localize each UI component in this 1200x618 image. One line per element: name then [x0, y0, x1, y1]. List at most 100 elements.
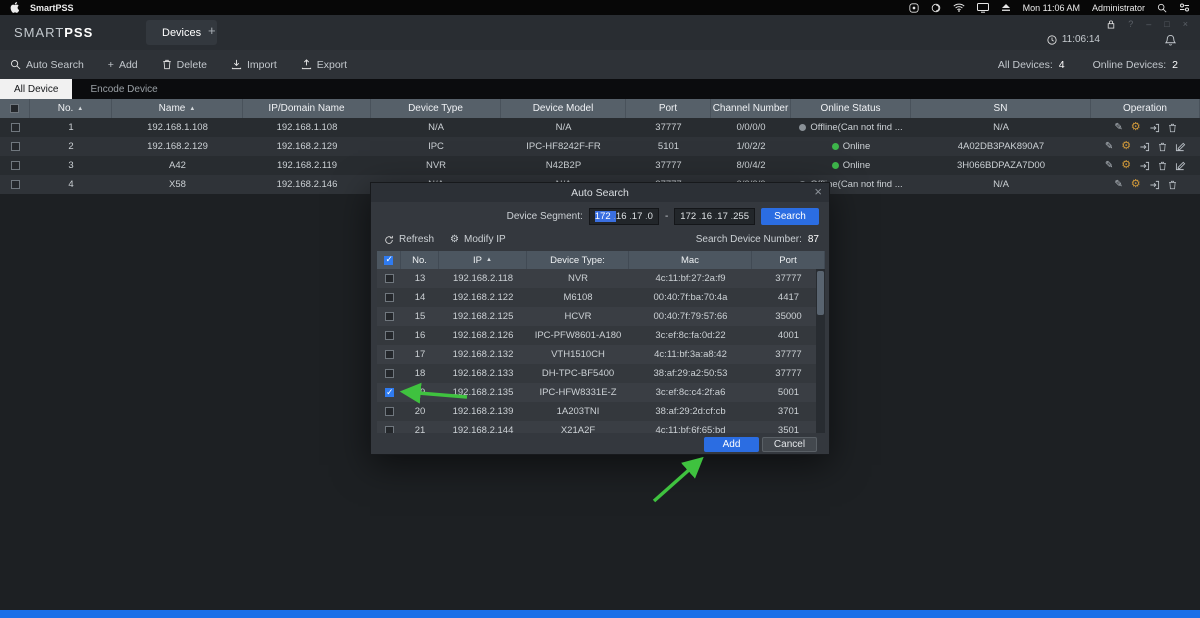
maximize-icon[interactable]: □ — [1164, 19, 1169, 29]
edit-channel-icon[interactable] — [1175, 161, 1186, 171]
col-header-device-type[interactable]: Device Type: — [527, 251, 629, 269]
dialog-close-icon[interactable]: × — [814, 184, 822, 199]
lock-icon[interactable] — [1107, 20, 1115, 29]
ip-range-start-input[interactable]: 17216170 — [589, 208, 659, 225]
alarm-bell-icon[interactable] — [1165, 34, 1176, 46]
new-tab-button[interactable]: + — [208, 23, 216, 38]
col-header-port[interactable]: Port — [626, 99, 711, 118]
search-result-table: No. IP▲ Device Type: Mac Port 13 192.168… — [377, 251, 825, 433]
refresh-button[interactable]: Refresh — [384, 234, 434, 245]
list-item[interactable]: 16 192.168.2.126 IPC-PFW8601-A180 3c:ef:… — [377, 326, 825, 345]
delete-device-icon[interactable] — [1158, 161, 1167, 171]
edit-device-icon[interactable]: ✎ — [1114, 180, 1122, 190]
edit-device-icon[interactable]: ✎ — [1114, 123, 1122, 133]
list-item[interactable]: 21 192.168.2.144 X21A2F 4c:11:bf:6f:65:b… — [377, 421, 825, 433]
cancel-button[interactable]: Cancel — [762, 437, 817, 452]
scrollbar-thumb[interactable] — [817, 271, 824, 315]
table-row[interactable]: 2 192.168.2.129 192.168.2.129 IPC IPC-HF… — [0, 137, 1200, 156]
select-all-checkbox[interactable] — [384, 256, 393, 265]
close-icon[interactable]: × — [1183, 19, 1188, 29]
col-header-ip[interactable]: IP▲ — [439, 251, 527, 269]
row-checkbox[interactable] — [385, 312, 394, 321]
col-header-device-model[interactable]: Device Model — [501, 99, 626, 118]
device-tabstrip: All Device Encode Device — [0, 79, 1200, 99]
col-header-no[interactable]: No.▲ — [30, 99, 112, 118]
export-button[interactable]: Export — [301, 59, 347, 71]
login-device-icon[interactable] — [1149, 123, 1160, 133]
row-checkbox[interactable] — [385, 350, 394, 359]
auto-search-button[interactable]: Auto Search — [10, 59, 84, 71]
col-header-online-status[interactable]: Online Status — [791, 99, 911, 118]
tab-all-device[interactable]: All Device — [0, 79, 72, 99]
list-item[interactable]: 18 192.168.2.133 DH-TPC-BF5400 38:af:29:… — [377, 364, 825, 383]
list-item[interactable]: 20 192.168.2.139 1A203TNI 38:af:29:2d:cf… — [377, 402, 825, 421]
row-checkbox[interactable] — [385, 274, 394, 283]
row-checkbox[interactable] — [11, 161, 20, 170]
row-checkbox[interactable] — [385, 407, 394, 416]
device-config-icon[interactable]: ⚙ — [1131, 179, 1141, 190]
login-device-icon[interactable] — [1149, 180, 1160, 190]
edit-device-icon[interactable]: ✎ — [1105, 142, 1113, 152]
delete-device-icon[interactable] — [1168, 123, 1177, 133]
list-item-selected[interactable]: 19 192.168.2.135 IPC-HFW8331E-Z 3c:ef:8c… — [377, 383, 825, 402]
row-checkbox[interactable] — [385, 426, 394, 433]
edit-device-icon[interactable]: ✎ — [1105, 161, 1113, 171]
control-center-icon[interactable] — [1179, 3, 1190, 12]
menubar-app-name[interactable]: SmartPSS — [30, 3, 74, 13]
select-all-checkbox[interactable] — [10, 104, 19, 113]
menubar-clock[interactable]: Mon 11:06 AM — [1023, 3, 1080, 13]
row-checkbox[interactable] — [385, 369, 394, 378]
apple-menu-icon[interactable] — [10, 2, 19, 13]
device-config-icon[interactable]: ⚙ — [1131, 122, 1141, 133]
col-header-mac[interactable]: Mac — [629, 251, 752, 269]
col-header-ip[interactable]: IP/Domain Name — [243, 99, 371, 118]
online-dot — [832, 143, 839, 150]
table-row[interactable]: 1 192.168.1.108 192.168.1.108 N/A N/A 37… — [0, 118, 1200, 137]
row-checkbox[interactable] — [11, 123, 20, 132]
spotlight-search-icon[interactable] — [1157, 3, 1167, 13]
modify-ip-button[interactable]: ⚙ Modify IP — [450, 234, 506, 245]
add-device-button[interactable]: + Add — [108, 59, 138, 71]
device-config-icon[interactable]: ⚙ — [1121, 141, 1131, 152]
status-app-icon-1[interactable] — [909, 3, 919, 13]
list-item[interactable]: 13 192.168.2.118 NVR 4c:11:bf:27:2a:f9 3… — [377, 269, 825, 288]
delete-device-icon[interactable] — [1158, 142, 1167, 152]
list-item[interactable]: 15 192.168.2.125 HCVR 00:40:7f:79:57:66 … — [377, 307, 825, 326]
row-checkbox[interactable] — [11, 142, 20, 151]
col-header-port[interactable]: Port — [752, 251, 825, 269]
col-header-device-type[interactable]: Device Type — [371, 99, 501, 118]
list-item[interactable]: 17 192.168.2.132 VTH1510CH 4c:11:bf:3a:a… — [377, 345, 825, 364]
col-header-channel[interactable]: Channel Number — [711, 99, 791, 118]
ip-range-end-input[interactable]: 1721617255 — [674, 208, 755, 225]
help-icon[interactable]: ? — [1128, 19, 1133, 29]
scrollbar-track[interactable] — [816, 269, 825, 433]
row-checkbox[interactable] — [11, 180, 20, 189]
eject-icon[interactable] — [1001, 3, 1011, 12]
search-button[interactable]: Search — [761, 208, 819, 225]
minimize-icon[interactable]: – — [1146, 19, 1151, 29]
logout-device-icon[interactable] — [1139, 142, 1150, 152]
add-button[interactable]: Add — [704, 437, 759, 452]
row-checkbox-checked[interactable] — [385, 388, 394, 397]
logout-device-icon[interactable] — [1139, 161, 1150, 171]
import-button[interactable]: Import — [231, 59, 277, 71]
screen: SmartPSS Mon 11:06 AM Administrator — [0, 0, 1200, 618]
delete-device-button[interactable]: Delete — [162, 59, 207, 71]
device-config-icon[interactable]: ⚙ — [1121, 160, 1131, 171]
menubar-user[interactable]: Administrator — [1092, 3, 1145, 13]
col-header-sn[interactable]: SN — [911, 99, 1091, 118]
display-icon[interactable] — [977, 3, 989, 13]
col-header-no[interactable]: No. — [401, 251, 439, 269]
edit-channel-icon[interactable] — [1175, 142, 1186, 152]
tab-devices[interactable]: Devices — [146, 20, 217, 45]
status-app-icon-2[interactable] — [931, 3, 941, 13]
delete-device-icon[interactable] — [1168, 180, 1177, 190]
row-checkbox[interactable] — [385, 331, 394, 340]
tab-encode-device[interactable]: Encode Device — [72, 79, 175, 99]
online-devices-count: Online Devices:2 — [1093, 59, 1178, 71]
list-item[interactable]: 14 192.168.2.122 M6108 00:40:7f:ba:70:4a… — [377, 288, 825, 307]
col-header-name[interactable]: Name▲ — [112, 99, 243, 118]
row-checkbox[interactable] — [385, 293, 394, 302]
wifi-icon[interactable] — [953, 3, 965, 12]
table-row[interactable]: 3 A42 192.168.2.119 NVR N42B2P 37777 8/0… — [0, 156, 1200, 175]
